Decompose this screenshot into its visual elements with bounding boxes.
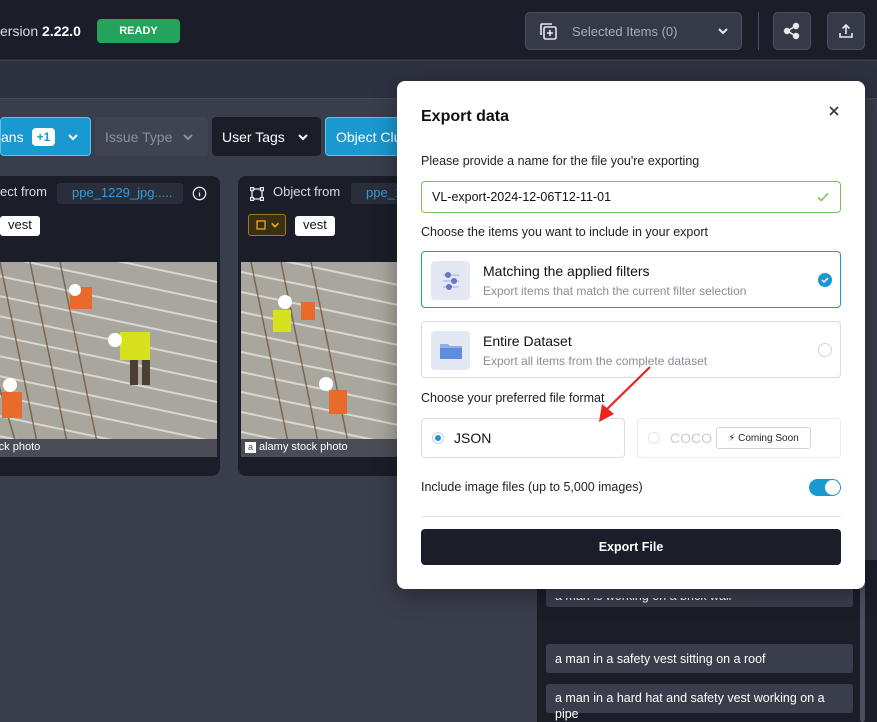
upload-icon	[839, 23, 853, 38]
bounding-box-icon	[255, 220, 266, 230]
issue-type-filter[interactable]: Issue Type	[95, 117, 208, 156]
bounding-box-icon	[250, 187, 264, 201]
photo-credit: stock photo	[0, 439, 217, 457]
alamy-logo-icon: a	[245, 442, 256, 453]
selected-items-dropdown[interactable]: Selected Items (0)	[525, 12, 742, 50]
file-link[interactable]: ppe_1229_jpg.....	[57, 183, 183, 204]
top-bar: ersion 2.22.0 READY Selected Items (0)	[0, 0, 877, 60]
card-image: stock photo	[0, 235, 218, 476]
chevron-down-icon	[718, 28, 728, 35]
chevron-down-icon	[298, 133, 308, 140]
file-name-input[interactable]: VL-export-2024-12-06T12-11-01	[421, 181, 841, 213]
option-matching-filters[interactable]: Matching the applied filters Export item…	[421, 251, 841, 308]
option-title: Entire Dataset	[483, 333, 572, 349]
format-label-coco: COCO	[670, 430, 712, 446]
dialog-divider	[421, 516, 841, 517]
option-title: Matching the applied filters	[483, 263, 650, 279]
status-badge: READY	[97, 19, 180, 43]
object-clusters-filter[interactable]: Object Clu	[325, 117, 405, 156]
chevron-down-icon	[68, 133, 78, 140]
radio-dot	[435, 435, 441, 441]
format-coco-option: COCO ⚡ Coming Soon	[637, 418, 841, 458]
format-label-json: JSON	[454, 430, 492, 446]
check-icon	[817, 192, 829, 202]
selected-items-label: Selected Items (0)	[572, 23, 678, 39]
tag-badge[interactable]: vest	[0, 216, 40, 236]
card-header-label: ect from	[0, 184, 47, 199]
version-label: ersion 2.22.0	[0, 23, 81, 39]
photo-credit-text: stock photo	[0, 441, 41, 453]
caption-text: a man in a safety vest sitting on a roof	[555, 651, 766, 666]
caption-list-item[interactable]	[546, 590, 853, 598]
photo-credit-text: alamy stock photo	[259, 441, 348, 453]
include-images-label: Include image files (up to 5,000 images)	[421, 480, 643, 494]
share-button[interactable]	[773, 12, 811, 50]
option-radio[interactable]	[818, 343, 832, 357]
photo-credit: a alamy stock photo	[241, 439, 408, 457]
coming-soon-badge: ⚡ Coming Soon	[716, 427, 811, 449]
file-name-label: Please provide a name for the file you'r…	[421, 154, 700, 168]
filter-chip-label: ans	[1, 128, 24, 145]
format-radio-checked[interactable]	[432, 432, 444, 444]
card-header-label: Object from	[273, 184, 341, 199]
folder-icon	[431, 331, 470, 370]
format-label: Choose your preferred file format	[421, 391, 605, 405]
close-icon	[829, 106, 839, 116]
option-subtitle: Export items that match the current filt…	[483, 284, 747, 298]
image-card[interactable]: Object from ppe_1 vest a alamy stock phot…	[238, 176, 408, 476]
items-label: Choose the items you want to include in …	[421, 225, 708, 239]
version-prefix: ersion	[0, 23, 39, 39]
chevron-down-icon	[270, 222, 279, 228]
filter-count-badge: +1	[31, 127, 56, 146]
format-radio-disabled	[648, 432, 660, 444]
version-number: 2.22.0	[42, 23, 81, 39]
caption-list-item[interactable]: a man in a hard hat and safety vest work…	[546, 684, 853, 721]
export-data-dialog: Export data Please provide a name for th…	[397, 81, 865, 589]
annotation-arrow-icon	[599, 366, 651, 422]
user-tags-filter[interactable]: User Tags	[212, 117, 321, 156]
info-icon[interactable]	[192, 186, 207, 201]
issue-type-label: Issue Type	[105, 128, 173, 145]
upload-button[interactable]	[827, 12, 865, 50]
include-images-toggle[interactable]	[809, 479, 841, 496]
add-to-collection-icon	[540, 23, 557, 40]
export-file-button[interactable]: Export File	[421, 529, 841, 565]
filter-sliders-icon	[431, 261, 470, 300]
toggle-knob	[825, 480, 840, 495]
box-tool-dropdown[interactable]	[248, 214, 286, 236]
object-clusters-label: Object Clu	[336, 128, 402, 145]
tag-badge[interactable]: vest	[295, 216, 335, 236]
check-icon	[821, 277, 829, 284]
construction-photo	[240, 251, 408, 468]
option-radio-checked[interactable]	[818, 273, 832, 287]
caption-text: a man in a hard hat and safety vest work…	[555, 691, 825, 721]
dialog-title: Export data	[421, 108, 510, 125]
image-card[interactable]: ect from ppe_1229_jpg..... vest stock ph…	[0, 176, 220, 476]
chevron-down-icon	[183, 133, 194, 140]
construction-photo	[0, 235, 218, 476]
close-button[interactable]	[825, 103, 843, 121]
filter-chip-selected[interactable]: ans +1	[0, 117, 91, 156]
card-image: a alamy stock photo	[240, 251, 408, 468]
user-tags-label: User Tags	[222, 128, 285, 145]
toolbar-divider	[758, 12, 759, 50]
file-name-value: VL-export-2024-12-06T12-11-01	[432, 190, 612, 204]
share-icon	[783, 22, 800, 40]
caption-list-item[interactable]: a man in a safety vest sitting on a roof	[546, 644, 853, 673]
